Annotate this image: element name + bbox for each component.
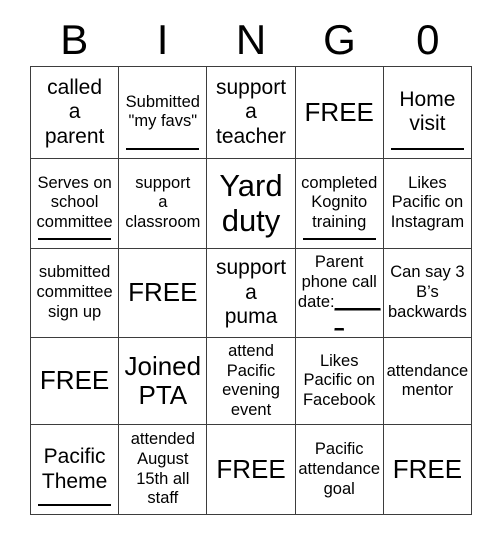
- bingo-cell-label: Home visit: [399, 88, 456, 136]
- bingo-cell-label: Joined PTA: [124, 350, 202, 411]
- bingo-cell-label: FREE: [216, 453, 286, 484]
- bingo-cell-label: called a parent: [44, 75, 105, 148]
- bingo-cell-free[interactable]: FREE: [207, 425, 296, 515]
- bingo-row: called a parent Submitted "my favs" suppor…: [31, 67, 473, 159]
- bingo-grid: called a parent Submitted "my favs" suppor…: [30, 66, 473, 515]
- bingo-cell[interactable]: support a classroom: [119, 158, 208, 249]
- bingo-row: Serves on school committee support a clas…: [31, 158, 473, 249]
- bingo-cell[interactable]: Pacific Theme: [31, 425, 120, 515]
- bingo-cell-blank-line[interactable]: [302, 237, 376, 240]
- bingo-cell-free[interactable]: FREE: [383, 425, 473, 515]
- bingo-cell-label: attend Pacific evening event: [222, 341, 280, 420]
- bingo-cell-label: Can say 3 B’s backwards: [387, 263, 467, 321]
- bingo-cell-free[interactable]: FREE: [119, 248, 208, 339]
- bingo-cell-label: attendance mentor: [386, 361, 469, 400]
- bingo-cell[interactable]: attendance mentor: [383, 338, 473, 426]
- bingo-cell[interactable]: Serves on school committee: [31, 158, 120, 249]
- bingo-cell-blank-line[interactable]: [126, 147, 200, 150]
- bingo-cell-label: Yard duty: [219, 167, 283, 239]
- bingo-cell-label: FREE: [128, 277, 198, 308]
- bingo-row: FREE Joined PTA attend Pacific evening eve…: [31, 338, 473, 426]
- bingo-cell-label: FREE: [392, 453, 463, 484]
- bingo-cell-label: Pacific attendance goal: [298, 439, 381, 498]
- bingo-cell-label: Submitted "my favs": [125, 92, 200, 131]
- bingo-cell-label: Likes Pacific on Facebook: [302, 351, 376, 410]
- bingo-cell[interactable]: Pacific attendance goal: [295, 425, 384, 515]
- bingo-cell[interactable]: Submitted "my favs": [119, 67, 208, 159]
- bingo-cell-label: submitted committee sign up: [36, 263, 113, 321]
- bingo-header-letter-o: 0: [416, 16, 440, 63]
- bingo-cell[interactable]: Likes Pacific on Instagram: [383, 158, 473, 249]
- bingo-cell-label: FREE: [304, 96, 374, 127]
- bingo-cell-free[interactable]: FREE: [295, 67, 384, 159]
- bingo-cell[interactable]: support a teacher: [207, 67, 296, 159]
- bingo-cell[interactable]: Joined PTA: [119, 338, 208, 426]
- bingo-cell-inline-blank[interactable]: ______: [335, 293, 381, 331]
- bingo-cell[interactable]: completed Kognito training: [295, 158, 384, 249]
- bingo-cell[interactable]: Likes Pacific on Facebook: [295, 338, 384, 426]
- bingo-cell[interactable]: attend Pacific evening event: [207, 338, 296, 426]
- bingo-cell-label: attended August 15th all staff: [130, 430, 195, 508]
- bingo-cell-label: FREE: [39, 365, 110, 396]
- bingo-cell-label: Pacific Theme: [41, 445, 108, 493]
- bingo-row: submitted committee sign up FREE support a…: [31, 248, 473, 339]
- bingo-cell-label: support a teacher: [215, 75, 287, 148]
- bingo-cell-free[interactable]: FREE: [31, 338, 120, 426]
- bingo-cell[interactable]: Home visit: [383, 67, 473, 159]
- bingo-cell-label: Parent phone call date:______: [297, 253, 381, 331]
- bingo-cell[interactable]: Yard duty: [207, 158, 296, 249]
- bingo-cell[interactable]: attended August 15th all staff: [119, 425, 208, 515]
- bingo-cell-label: support a puma: [215, 256, 287, 329]
- bingo-header-letter-i: I: [156, 16, 169, 63]
- bingo-header-letter-g: G: [323, 16, 356, 63]
- bingo-cell-blank-line[interactable]: [390, 147, 465, 150]
- bingo-card: B I N G 0 called a parent Submitted "my f…: [0, 0, 500, 544]
- bingo-cell-label: Serves on school committee: [36, 173, 113, 232]
- bingo-cell-label: Likes Pacific on Instagram: [390, 173, 465, 232]
- bingo-header-letter-n: N: [235, 16, 267, 63]
- bingo-header-letter-b: B: [60, 16, 89, 63]
- bingo-cell[interactable]: support a puma: [207, 248, 296, 339]
- bingo-cell[interactable]: submitted committee sign up: [31, 248, 120, 339]
- bingo-cell-label: support a classroom: [125, 173, 201, 232]
- bingo-cell[interactable]: Can say 3 B’s backwards: [383, 248, 473, 339]
- bingo-cell[interactable]: Parent phone call date:______: [295, 248, 384, 339]
- bingo-cell-label: completed Kognito training: [301, 173, 378, 232]
- bingo-cell-blank-line[interactable]: [38, 504, 112, 506]
- bingo-cell[interactable]: called a parent: [31, 67, 120, 159]
- bingo-cell-blank-line[interactable]: [38, 237, 112, 240]
- bingo-header: B I N G 0: [30, 14, 472, 66]
- bingo-row: Pacific Theme attended August 15th all st…: [31, 425, 473, 515]
